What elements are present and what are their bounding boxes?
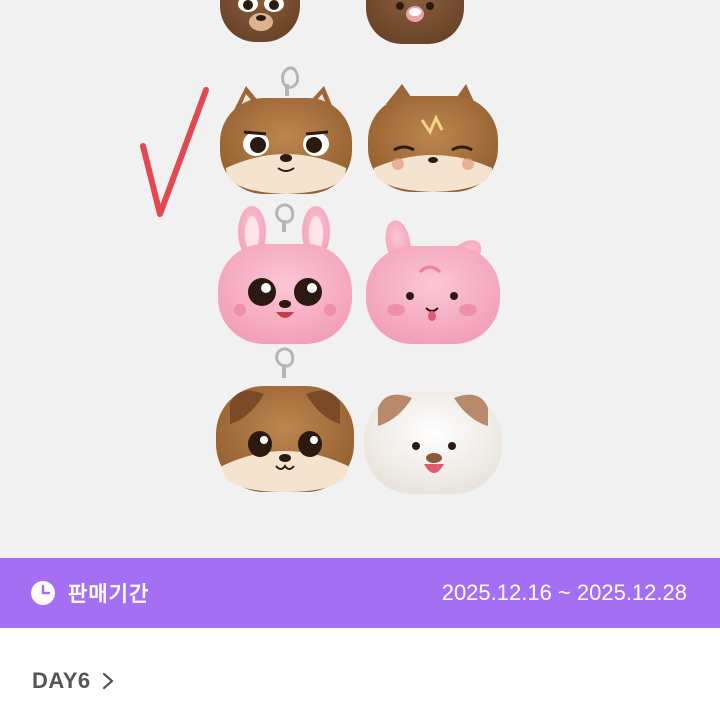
chevron-right-icon [101,672,115,690]
pouch-puppy-left [216,347,354,492]
sale-period-bar: 판매기간 2025.12.16 ~ 2025.12.28 [0,558,720,628]
check-annotation [140,87,209,217]
sale-period-label: 판매기간 [68,582,150,606]
artist-link[interactable]: DAY6 [32,668,115,694]
plush-pouch-illustration [140,0,502,494]
sale-period-label-group: 판매기간 [30,578,149,608]
pouch-bunny-right [366,220,500,344]
pouch-shiba-right [368,84,498,192]
pouch-dark-bear-right [366,0,464,44]
product-image [0,0,720,558]
clock-icon [30,580,56,606]
artist-name: DAY6 [32,668,91,693]
pouch-puppy-right [364,392,502,494]
pouch-bunny-left [218,203,352,344]
pouch-dark-bear-left [220,0,300,42]
pouch-shiba-left [220,66,352,194]
sale-period-dates: 2025.12.16 ~ 2025.12.28 [441,580,687,605]
